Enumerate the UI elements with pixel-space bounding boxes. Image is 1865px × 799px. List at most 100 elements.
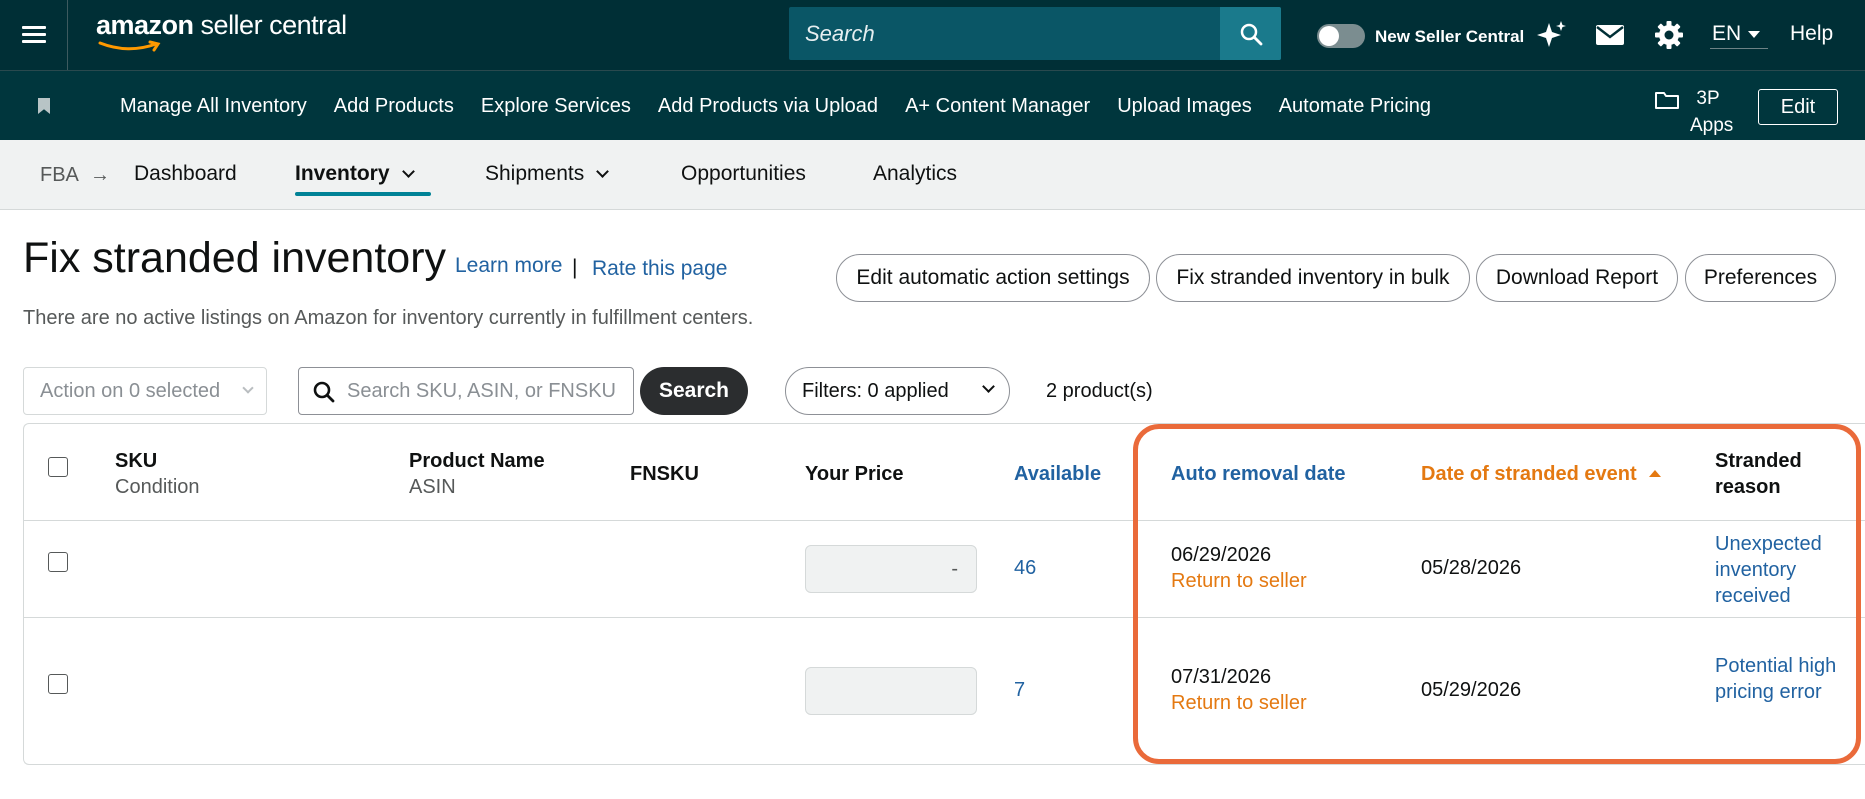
nav-explore-services[interactable]: Explore Services [481, 95, 631, 118]
menu-button[interactable] [0, 0, 68, 70]
messages-button[interactable] [1593, 18, 1627, 52]
menu-icon [21, 26, 46, 44]
column-header-your-price: Your Price [805, 463, 904, 485]
tab-inventory-label: Inventory [295, 162, 390, 185]
sku-search-box [298, 367, 634, 415]
bulk-action-select[interactable]: Action on 0 selected [23, 367, 267, 415]
column-reason-label: reason [1715, 476, 1781, 498]
column-header-auto-removal-date[interactable]: Auto removal date [1171, 461, 1345, 487]
learn-more-link[interactable]: Learn more [455, 254, 562, 278]
row-2-auto-removal-action: Return to seller [1171, 692, 1307, 714]
top-header: amazon seller central New Seller Central [0, 0, 1865, 70]
row-2-auto-removal: 07/31/2026 Return to seller [1171, 664, 1307, 716]
tab-dashboard[interactable]: Dashboard [134, 162, 237, 186]
select-all-checkbox[interactable] [48, 457, 68, 477]
stranded-inventory-table: SKU Condition Product Name ASIN FNSKU Yo… [23, 423, 1865, 765]
row-divider [24, 617, 1865, 618]
nav-add-products-via-upload[interactable]: Add Products via Upload [658, 95, 878, 118]
language-underline [1710, 48, 1768, 49]
tab-shipments[interactable]: Shipments [485, 162, 610, 186]
column-sku-label: SKU [115, 450, 158, 472]
row-1-price-input[interactable]: - [805, 545, 977, 593]
column-header-fnsku: FNSKU [630, 463, 699, 485]
column-stranded-label: Stranded [1715, 450, 1802, 472]
row-2-checkbox[interactable] [48, 674, 68, 694]
fba-subnav: FBA → Dashboard Inventory Shipments Oppo… [0, 140, 1865, 210]
tab-inventory[interactable]: Inventory [295, 162, 415, 186]
bulk-action-label: Action on 0 selected [40, 379, 221, 402]
fix-in-bulk-button[interactable]: Fix stranded inventory in bulk [1156, 254, 1470, 302]
column-header-available[interactable]: Available [1014, 461, 1101, 487]
product-count: 2 product(s) [1046, 380, 1153, 402]
page-title: Fix stranded inventory [23, 234, 447, 282]
filters-dropdown[interactable]: Filters: 0 applied [785, 367, 1010, 415]
chevron-down-icon [401, 165, 415, 178]
column-condition-label: Condition [115, 476, 200, 498]
column-header-date-of-stranded-event[interactable]: Date of stranded event [1421, 461, 1661, 487]
row-1-auto-removal-date: 06/29/2026 [1171, 544, 1272, 566]
column-header-stranded-reason: Stranded reason [1715, 448, 1802, 500]
sku-search-input[interactable] [347, 379, 617, 403]
download-report-button[interactable]: Download Report [1476, 254, 1678, 302]
tab-shipments-label: Shipments [485, 162, 585, 185]
row-2-price-input[interactable] [805, 667, 977, 715]
column-asin-label: ASIN [409, 476, 456, 498]
caret-down-icon [1748, 31, 1760, 38]
amazon-smile-icon [98, 40, 161, 52]
sparkle-button[interactable] [1535, 18, 1569, 52]
preferences-button[interactable]: Preferences [1685, 254, 1836, 302]
chevron-down-icon [982, 380, 995, 393]
breadcrumb-fba[interactable]: FBA [40, 164, 79, 187]
tab-analytics[interactable]: Analytics [873, 162, 957, 186]
row-2-stranded-reason-link[interactable]: Potential high pricing error [1715, 653, 1845, 705]
global-search-button[interactable] [1220, 7, 1281, 60]
sparkle-icon [1537, 21, 1566, 47]
mail-icon [1596, 25, 1624, 45]
page-subtitle: There are no active listings on Amazon f… [23, 307, 754, 329]
nav-upload-images[interactable]: Upload Images [1117, 95, 1252, 118]
column-product-name-label: Product Name [409, 450, 545, 472]
seller-central-logo[interactable]: amazon seller central [96, 10, 347, 60]
row-1-stranded-reason-link[interactable]: Unexpected inventory received [1715, 531, 1845, 609]
column-stranded-date-label: Date of stranded event [1421, 463, 1637, 485]
sku-search-button[interactable]: Search [640, 367, 748, 415]
global-search [789, 7, 1281, 60]
gear-icon [1655, 21, 1683, 49]
bookmark-icon[interactable] [38, 98, 50, 114]
edit-nav-button[interactable]: Edit [1758, 89, 1838, 125]
row-1-auto-removal-action: Return to seller [1171, 570, 1307, 592]
arrow-right-icon: → [90, 164, 110, 186]
folder-icon [1655, 92, 1679, 109]
nav-add-products[interactable]: Add Products [334, 95, 454, 118]
active-tab-underline [295, 192, 431, 196]
chevron-down-icon [596, 165, 610, 178]
logo-suffix: seller central [200, 10, 348, 40]
logo-brand: amazon [96, 10, 194, 40]
sort-ascending-icon [1648, 470, 1661, 477]
language-selector[interactable]: EN [1712, 22, 1741, 46]
link-separator: | [572, 256, 578, 279]
search-icon [1240, 23, 1262, 45]
nav-links: Manage All Inventory Add Products Explor… [120, 95, 1431, 118]
global-search-input[interactable] [789, 7, 1220, 60]
apps-label: 3P Apps [1690, 88, 1734, 136]
row-2-available[interactable]: 7 [1014, 677, 1025, 703]
help-link[interactable]: Help [1790, 22, 1833, 46]
row-2-auto-removal-date: 07/31/2026 [1171, 666, 1272, 688]
column-header-sku: SKU Condition [115, 448, 200, 500]
rate-this-page-link[interactable]: Rate this page [592, 257, 727, 281]
tab-opportunities[interactable]: Opportunities [681, 162, 806, 186]
settings-button[interactable] [1652, 18, 1686, 52]
nav-a-plus-content-manager[interactable]: A+ Content Manager [905, 95, 1090, 118]
row-1-auto-removal: 06/29/2026 Return to seller [1171, 542, 1307, 594]
secondary-nav: Manage All Inventory Add Products Explor… [0, 70, 1865, 140]
nav-manage-all-inventory[interactable]: Manage All Inventory [120, 95, 307, 118]
nav-automate-pricing[interactable]: Automate Pricing [1279, 95, 1431, 118]
chevron-down-icon [242, 382, 254, 394]
row-1-available[interactable]: 46 [1014, 555, 1036, 581]
row-1-stranded-date: 05/28/2026 [1421, 557, 1522, 579]
edit-automatic-action-settings-button[interactable]: Edit automatic action settings [836, 254, 1150, 302]
search-icon [313, 381, 335, 403]
new-seller-central-toggle[interactable] [1317, 24, 1365, 48]
row-1-checkbox[interactable] [48, 552, 68, 572]
